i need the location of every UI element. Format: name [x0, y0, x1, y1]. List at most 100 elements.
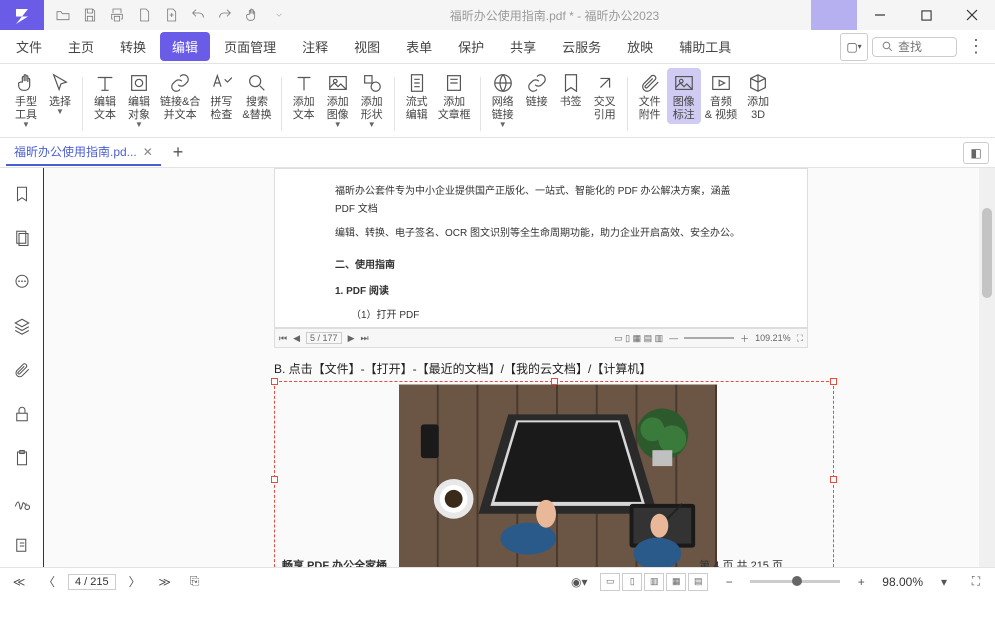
comment-icon[interactable] — [10, 270, 34, 294]
mini-fullscreen-icon[interactable]: ⛶ — [797, 333, 803, 344]
panel-toggle-icon[interactable]: ◧ — [963, 142, 989, 164]
menu-form[interactable]: 表单 — [394, 32, 444, 61]
ribbon-g2-2[interactable]: 链接&合 并文本 — [156, 68, 204, 124]
menu-comment[interactable]: 注释 — [290, 32, 340, 61]
ribbon-g2-0[interactable]: 编辑 文本 — [88, 68, 122, 124]
signature-icon[interactable] — [10, 490, 34, 514]
app-logo[interactable] — [0, 0, 44, 30]
mini-last-icon[interactable]: ⏭ — [360, 333, 368, 344]
ribbon-g5-3[interactable]: 交叉 引用 — [588, 68, 622, 124]
minimize-button[interactable] — [857, 0, 903, 30]
view-thumb-icon[interactable]: ▤ — [688, 573, 708, 591]
zoom-in-icon[interactable]: + — [850, 571, 872, 593]
mini-view-icons[interactable]: ▭ ▯ ▦ ▤ ▥ — [614, 333, 663, 344]
menu-edit[interactable]: 编辑 — [160, 32, 210, 61]
mini-page-box[interactable]: 5 / 177 — [306, 332, 342, 344]
document-tab[interactable]: 福昕办公使用指南.pd... ✕ — [6, 139, 161, 166]
layers-icon[interactable] — [10, 314, 34, 338]
last-page-icon[interactable]: ≫ — [154, 571, 176, 593]
ribbon-g6-0[interactable]: 文件 附件 — [633, 68, 667, 124]
search-input[interactable] — [898, 40, 948, 54]
zoom-out-icon[interactable]: − — [718, 571, 740, 593]
resize-handle[interactable] — [830, 476, 837, 483]
open-icon[interactable] — [50, 2, 76, 28]
ribbon-g5-2[interactable]: 书签 — [554, 68, 588, 111]
view-cont-icon[interactable]: ▯ — [622, 573, 642, 591]
menu-protect[interactable]: 保护 — [446, 32, 496, 61]
ribbon-g1-0[interactable]: 手型 工具▼ — [9, 68, 43, 131]
resize-handle[interactable] — [830, 378, 837, 385]
pages-icon[interactable] — [10, 226, 34, 250]
redo-icon[interactable] — [212, 2, 238, 28]
ribbon-collapse-icon[interactable]: ▢▾ — [840, 33, 868, 61]
save-icon[interactable] — [77, 2, 103, 28]
ribbon-g2-1[interactable]: 编辑 对象▼ — [122, 68, 156, 131]
ribbon-g6-1[interactable]: 图像 标注 — [667, 68, 701, 124]
lock-icon[interactable] — [10, 402, 34, 426]
menu-bar: 文件 主页 转换 编辑 页面管理 注释 视图 表单 保护 共享 云服务 放映 辅… — [0, 30, 995, 64]
attachment-icon[interactable] — [10, 358, 34, 382]
resize-handle[interactable] — [271, 476, 278, 483]
maximize-button[interactable] — [903, 0, 949, 30]
chevron-down-icon[interactable] — [266, 2, 292, 28]
page-number-box[interactable]: 4 / 215 — [68, 574, 116, 590]
clipboard-icon[interactable] — [10, 446, 34, 470]
menu-file[interactable]: 文件 — [4, 32, 54, 61]
close-button[interactable] — [949, 0, 995, 30]
bookmark-icon[interactable] — [10, 182, 34, 206]
close-tab-icon[interactable]: ✕ — [143, 145, 153, 159]
history-icon[interactable] — [10, 534, 34, 558]
menu-a11y[interactable]: 辅助工具 — [667, 32, 743, 61]
mini-next-icon[interactable]: ▶ — [348, 333, 355, 344]
reading-mode-icon[interactable]: ◉▾ — [568, 571, 590, 593]
menu-share[interactable]: 共享 — [498, 32, 548, 61]
page-icon[interactable] — [131, 2, 157, 28]
image-selection-frame[interactable] — [274, 381, 834, 567]
prev-page-icon[interactable]: 〈 — [38, 571, 60, 593]
view-contfacing-icon[interactable]: ▦ — [666, 573, 686, 591]
fit-page-icon[interactable]: ⎘ — [184, 571, 206, 593]
scrollbar[interactable] — [979, 168, 995, 567]
menu-cloud[interactable]: 云服务 — [550, 32, 613, 61]
fullscreen-icon[interactable]: ⛶ — [965, 571, 987, 593]
ribbon-g6-2[interactable]: 音频 & 视频 — [701, 68, 741, 124]
zoom-knob[interactable] — [792, 576, 802, 586]
menu-view[interactable]: 视图 — [342, 32, 392, 61]
more-icon[interactable]: ⋮ — [961, 36, 991, 57]
view-single-icon[interactable]: ▭ — [600, 573, 620, 591]
mini-prev-icon[interactable]: ◀ — [293, 333, 300, 344]
search-box[interactable] — [872, 37, 957, 57]
add-tab-button[interactable]: + — [169, 142, 188, 163]
ribbon-g3-1[interactable]: 添加 图像▼ — [321, 68, 355, 131]
resize-handle[interactable] — [551, 378, 558, 385]
undo-icon[interactable] — [185, 2, 211, 28]
ribbon-g5-1[interactable]: 链接 — [520, 68, 554, 111]
menu-present[interactable]: 放映 — [615, 32, 665, 61]
zoom-slider[interactable] — [750, 580, 840, 583]
next-page-icon[interactable]: 〉 — [124, 571, 146, 593]
ribbon-g4-0[interactable]: 流式 编辑 — [400, 68, 434, 124]
ribbon-g3-2[interactable]: 添加 形状▼ — [355, 68, 389, 131]
menu-page[interactable]: 页面管理 — [212, 32, 288, 61]
mini-first-icon[interactable]: ⏮ — [279, 333, 287, 344]
first-page-icon[interactable]: ≪ — [8, 571, 30, 593]
menu-convert[interactable]: 转换 — [108, 32, 158, 61]
document-viewport[interactable]: ◈ 📎 🔒 ▭ ⋯ 福昕办公套件专为中小企业提供国产正版化、一站式、智能化的 P… — [44, 168, 995, 567]
window-restore-placeholder[interactable] — [811, 0, 857, 30]
view-facing-icon[interactable]: ▥ — [644, 573, 664, 591]
menu-home[interactable]: 主页 — [56, 32, 106, 61]
page-add-icon[interactable] — [158, 2, 184, 28]
resize-handle[interactable] — [271, 378, 278, 385]
scrollbar-thumb[interactable] — [982, 208, 992, 298]
hand-icon[interactable] — [239, 2, 265, 28]
ribbon-g5-0[interactable]: 网络 链接▼ — [486, 68, 520, 131]
zoom-dropdown-icon[interactable]: ▾ — [933, 571, 955, 593]
inserted-image[interactable] — [399, 384, 717, 567]
print-icon[interactable] — [104, 2, 130, 28]
ribbon-g1-1[interactable]: 选择▼ — [43, 68, 77, 118]
ribbon-g2-3[interactable]: 拼写 检查 — [204, 68, 238, 124]
ribbon-g6-3[interactable]: 添加 3D — [741, 68, 775, 124]
ribbon-g2-4[interactable]: 搜索 &替换 — [238, 68, 275, 124]
ribbon-g4-1[interactable]: 添加 文章框 — [434, 68, 475, 124]
ribbon-g3-0[interactable]: 添加 文本 — [287, 68, 321, 124]
